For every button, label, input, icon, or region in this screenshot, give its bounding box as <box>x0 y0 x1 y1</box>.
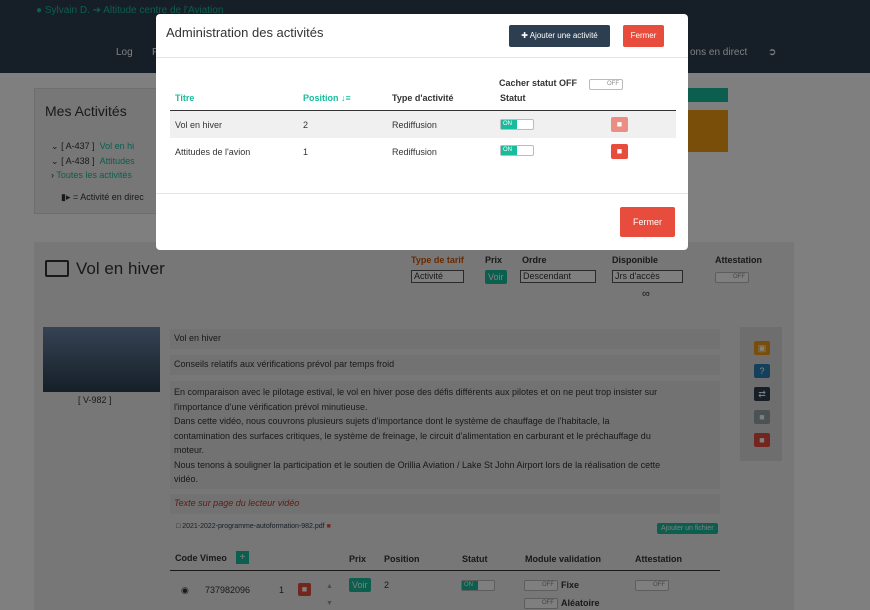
modal-header-divider <box>156 57 688 58</box>
modal-title: Administration des activités <box>166 25 324 40</box>
col-statut: Statut <box>500 93 526 103</box>
modal-footer-divider <box>156 193 688 194</box>
table-row: Attitudes de l'avion 1 Rediffusion ON ■ <box>170 138 676 165</box>
row-statut-toggle[interactable]: ON <box>500 145 534 156</box>
admin-modal: Administration des activités ✚ Ajouter u… <box>156 14 688 250</box>
cacher-label: Cacher statut OFF <box>499 78 578 88</box>
col-titre[interactable]: Titre <box>175 93 194 103</box>
row-trash-icon[interactable]: ■ <box>611 144 628 159</box>
col-type: Type d'activité <box>392 93 454 103</box>
add-activity-button[interactable]: ✚ Ajouter une activité <box>509 25 610 47</box>
sort-desc-icon: ↓≡ <box>341 93 351 103</box>
close-button-top[interactable]: Fermer <box>623 25 664 47</box>
cacher-toggle[interactable]: OFF <box>589 79 623 90</box>
close-button-bottom[interactable]: Fermer <box>620 207 675 237</box>
plus-icon: ✚ <box>521 31 528 40</box>
row-statut-toggle[interactable]: ON <box>500 119 534 130</box>
table-row: Vol en hiver 2 Rediffusion ON ■ <box>170 111 676 138</box>
col-position[interactable]: Position ↓≡ <box>303 93 351 103</box>
row-trash-icon[interactable]: ■ <box>611 117 628 132</box>
